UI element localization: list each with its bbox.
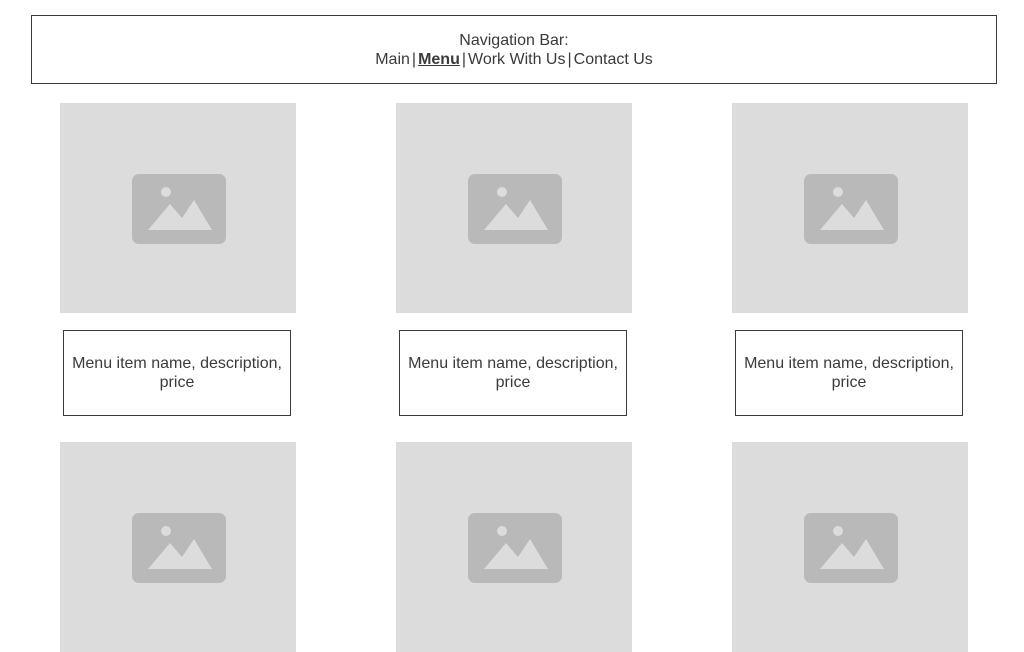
nav-link-contact-us[interactable]: Contact Us [574,51,653,68]
image-placeholder-icon [132,174,226,244]
image-placeholder-icon [132,513,226,583]
image-placeholder-icon [468,513,562,583]
menu-item-caption: Menu item name, description, price [399,330,627,416]
menu-item-image [396,103,632,313]
image-placeholder-icon [804,513,898,583]
menu-item-caption: Menu item name, description, price [63,330,291,416]
nav-separator: | [567,51,572,68]
nav-links: Main | Menu | Work With Us | Contact Us [32,50,996,69]
nav-separator: | [411,51,417,68]
nav-link-main[interactable]: Main [375,51,410,68]
navigation-bar: Navigation Bar: Main | Menu | Work With Us | C… [31,15,997,84]
menu-item-image [396,442,632,652]
menu-item-image [732,442,968,652]
nav-separator: | [461,51,466,68]
menu-item-image [732,103,968,313]
image-placeholder-icon [804,174,898,244]
menu-item-image [60,442,296,652]
nav-title: Navigation Bar: [459,32,569,49]
image-placeholder-icon [468,174,562,244]
nav-link-menu[interactable]: Menu [418,51,460,68]
menu-item-caption: Menu item name, description, price [735,330,963,416]
nav-link-work-with-us[interactable]: Work With Us [468,51,565,68]
menu-item-image [60,103,296,313]
